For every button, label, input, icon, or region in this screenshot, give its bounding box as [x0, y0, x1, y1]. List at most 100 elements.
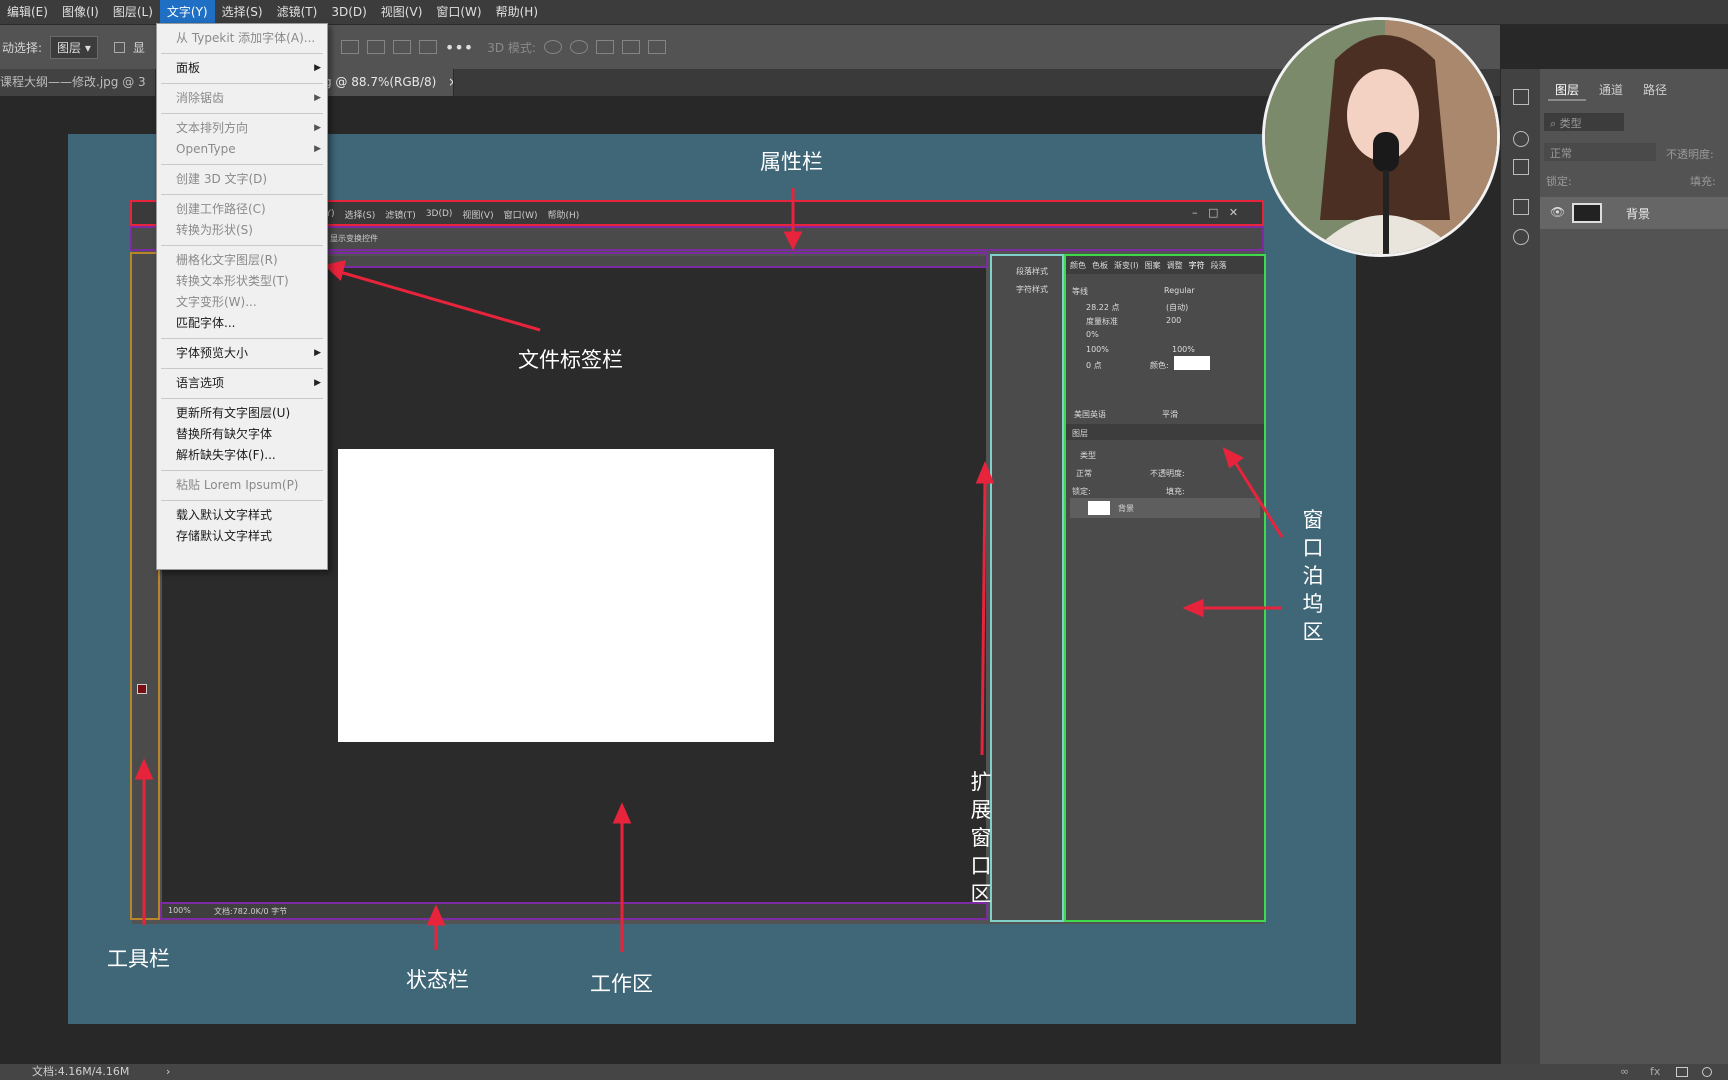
submenu-arrow-icon: ▶	[314, 123, 321, 133]
arrow-attribute-head	[783, 231, 803, 251]
type-menu-item: 文字变形(W)...	[157, 292, 327, 313]
arrow-work-head	[612, 802, 632, 824]
tab-paths[interactable]: 路径	[1636, 79, 1674, 101]
menu-separator	[161, 53, 323, 54]
type-menu-item-label: 面板	[176, 61, 201, 75]
type-menu-item-label: 语言选项	[176, 376, 225, 390]
type-menu-item[interactable]: 存储默认文字样式	[157, 526, 327, 547]
type-menu-item-label: 字体预览大小	[176, 346, 249, 360]
grid-icon[interactable]	[1513, 159, 1529, 175]
type-menu-item: 转换为形状(S)	[157, 220, 327, 241]
blend-mode-value: 正常	[1550, 147, 1572, 160]
menu-separator	[161, 470, 323, 471]
menu-separator	[161, 83, 323, 84]
menu-separator	[161, 245, 323, 246]
menu-separator	[161, 368, 323, 369]
menu-separator	[161, 398, 323, 399]
type-menu-item-label: 消除锯齿	[176, 91, 225, 105]
arrow-tabbar	[339, 270, 541, 332]
menu-separator	[161, 500, 323, 501]
arrow-dock-1-head	[1222, 447, 1244, 469]
tab-layers[interactable]: 图层	[1548, 79, 1587, 101]
layer-row-background[interactable]: 👁 背景	[1540, 197, 1728, 229]
arrow-toolbar-head	[134, 758, 154, 780]
blend-mode-select[interactable]: 正常	[1544, 143, 1656, 161]
mask-icon[interactable]	[1676, 1067, 1688, 1077]
submenu-arrow-icon: ▶	[314, 93, 321, 103]
webcam-mic	[1373, 132, 1399, 172]
type-menu-item-label: 文字变形(W)...	[176, 295, 257, 309]
menu-separator	[161, 194, 323, 195]
arrow-expand	[980, 479, 987, 756]
webcam-mic-stand	[1383, 170, 1389, 254]
type-menu-item[interactable]: 语言选项 ▶	[157, 373, 327, 394]
panel-icon-strip	[1500, 69, 1540, 1064]
type-menu-item-label: OpenType	[176, 142, 236, 156]
menu-separator	[161, 113, 323, 114]
status-arrow[interactable]: ›	[166, 1064, 170, 1080]
fill-label: 填充:	[1690, 175, 1716, 188]
arrow-dock-2-head	[1182, 598, 1204, 618]
type-menu-item-label: 解析缺失字体(F)...	[176, 448, 276, 462]
type-menu-item[interactable]: 匹配字体...	[157, 313, 327, 334]
tab-channels[interactable]: 通道	[1592, 79, 1630, 101]
type-menu-item[interactable]: 更新所有文字图层(U)	[157, 403, 327, 424]
type-menu-dropdown: 从 Typekit 添加字体(A)... 面板 ▶ 消除锯齿 ▶ 文本排列方向 ▶ OpenT…	[156, 23, 328, 570]
opacity-label: 不透明度:	[1666, 148, 1714, 161]
menu-separator	[161, 164, 323, 165]
type-menu-item: 创建 3D 文字(D)	[157, 169, 327, 190]
arrow-tabbar-head	[323, 259, 347, 281]
type-menu-item: 从 Typekit 添加字体(A)...	[157, 28, 327, 49]
doc-size: 文档:4.16M/4.16M	[32, 1065, 130, 1078]
type-menu-item-label: 替换所有缺欠字体	[176, 427, 273, 441]
eye-icon[interactable]: 👁	[1550, 205, 1565, 219]
history-icon[interactable]	[1513, 89, 1529, 105]
webcam-overlay	[1262, 17, 1500, 257]
type-menu-item[interactable]: 解析缺失字体(F)...	[157, 445, 327, 466]
layer-kind-label: 类型	[1559, 117, 1582, 130]
layer-name: 背景	[1626, 207, 1651, 221]
arrow-expand-head	[975, 461, 995, 484]
adjustments-icon[interactable]	[1513, 229, 1529, 245]
lock-label: 锁定:	[1546, 175, 1572, 188]
fx-icon[interactable]: fx	[1650, 1064, 1660, 1080]
arrow-status-head	[426, 904, 446, 926]
type-menu-item-label: 转换为形状(S)	[176, 223, 253, 237]
submenu-arrow-icon: ▶	[314, 348, 321, 358]
type-menu-item[interactable]: 载入默认文字样式	[157, 505, 327, 526]
type-menu-item: 转换文本形状类型(T)	[157, 271, 327, 292]
type-menu-item: OpenType ▶	[157, 139, 327, 160]
menu-separator	[161, 338, 323, 339]
type-menu-item-label: 创建工作路径(C)	[176, 202, 266, 216]
type-menu-item[interactable]: 字体预览大小 ▶	[157, 343, 327, 364]
type-menu-item[interactable]: 面板 ▶	[157, 58, 327, 79]
submenu-arrow-icon: ▶	[314, 378, 321, 388]
type-menu-item: 粘贴 Lorem Ipsum(P)	[157, 475, 327, 496]
layer-kind-filter[interactable]: ⌕ 类型	[1544, 113, 1624, 131]
status-bar: 文档:4.16M/4.16M › ∞ fx	[0, 1064, 1728, 1080]
type-menu-item-label: 载入默认文字样式	[176, 508, 273, 522]
type-menu-item-label: 从 Typekit 添加字体(A)...	[176, 31, 316, 45]
type-menu-item: 消除锯齿 ▶	[157, 88, 327, 109]
type-menu-item-label: 创建 3D 文字(D)	[176, 172, 268, 186]
type-menu-item-label: 匹配字体...	[176, 316, 236, 330]
type-menu-item-label: 更新所有文字图层(U)	[176, 406, 291, 420]
type-menu-item[interactable]: 替换所有缺欠字体	[157, 424, 327, 445]
type-menu-item: 栅格化文字图层(R)	[157, 250, 327, 271]
adjust-layer-icon[interactable]	[1702, 1067, 1712, 1077]
type-menu-item-label: 栅格化文字图层(R)	[176, 253, 278, 267]
submenu-arrow-icon: ▶	[314, 63, 321, 73]
type-menu-item: 文本排列方向 ▶	[157, 118, 327, 139]
link-layers-icon[interactable]: ∞	[1620, 1064, 1629, 1080]
type-menu-item-label: 存储默认文字样式	[176, 529, 273, 543]
submenu-arrow-icon: ▶	[314, 144, 321, 154]
type-menu-item-label: 转换文本形状类型(T)	[176, 274, 289, 288]
palette-icon[interactable]	[1513, 131, 1529, 147]
properties-icon[interactable]	[1513, 199, 1529, 215]
type-menu-item-label: 文本排列方向	[176, 121, 249, 135]
type-menu-item-label: 粘贴 Lorem Ipsum(P)	[176, 478, 299, 492]
layer-thumbnail	[1572, 203, 1602, 223]
type-menu-item: 创建工作路径(C)	[157, 199, 327, 220]
layers-panel: 图层 通道 路径 ⌕ 类型 正常 不透明度: 锁定: 填充: 👁 背景	[1540, 69, 1728, 1064]
webcam-figure	[1265, 20, 1497, 254]
